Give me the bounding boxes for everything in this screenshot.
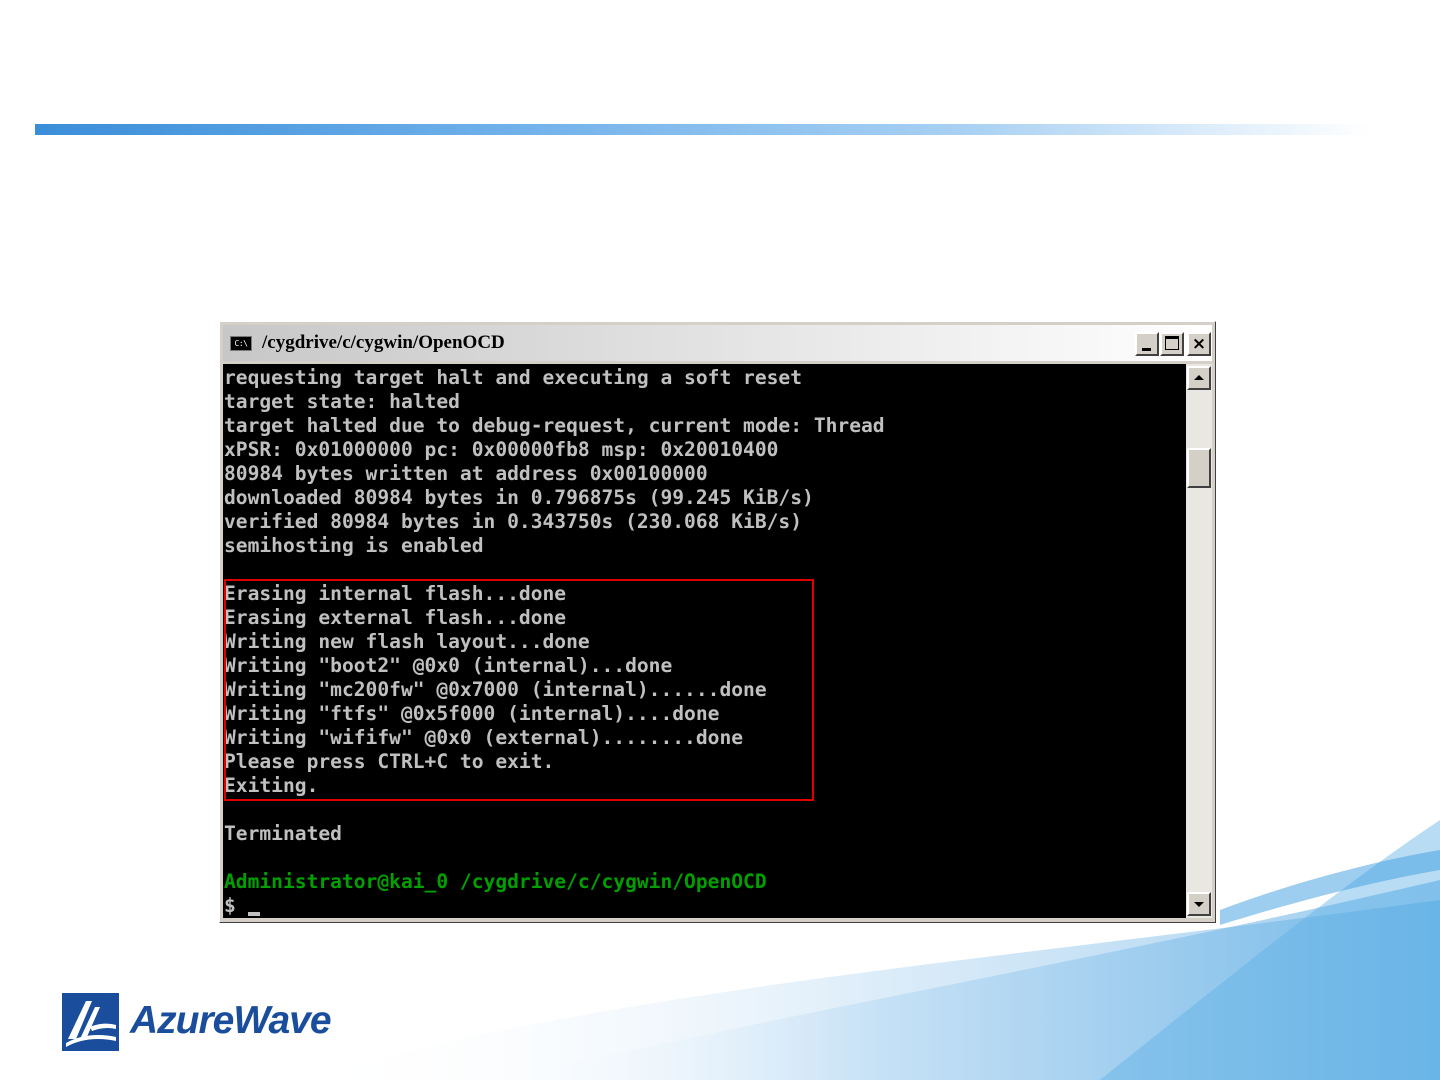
prompt-line[interactable]: $ bbox=[224, 894, 885, 918]
console-output[interactable]: requesting target halt and executing a s… bbox=[223, 364, 1186, 918]
console-line: target state: halted bbox=[224, 390, 460, 413]
console-line: downloaded 80984 bytes in 0.796875s (99.… bbox=[224, 486, 814, 509]
azurewave-logo: AzureWave bbox=[62, 993, 392, 1053]
minimize-button[interactable] bbox=[1135, 332, 1159, 356]
scroll-thumb[interactable] bbox=[1187, 448, 1211, 488]
scroll-up-button[interactable] bbox=[1187, 366, 1211, 390]
logo-text: AzureWave bbox=[130, 999, 332, 1042]
console-line: requesting target halt and executing a s… bbox=[224, 366, 803, 389]
title-bar[interactable]: C:\ /cygdrive/c/cygwin/OpenOCD × bbox=[223, 325, 1212, 361]
console-icon[interactable]: C:\ bbox=[230, 336, 252, 351]
console-line: xPSR: 0x01000000 pc: 0x00000fb8 msp: 0x2… bbox=[224, 438, 779, 461]
logo-mark-icon bbox=[62, 993, 119, 1051]
window-title: /cygdrive/c/cygwin/OpenOCD bbox=[262, 332, 505, 353]
console-line: verified 80984 bytes in 0.343750s (230.0… bbox=[224, 510, 803, 533]
console-line: 80984 bytes written at address 0x0010000… bbox=[224, 462, 708, 485]
terminal-window[interactable]: C:\ /cygdrive/c/cygwin/OpenOCD × request… bbox=[219, 321, 1216, 923]
highlight-box bbox=[224, 579, 814, 801]
scroll-down-button[interactable] bbox=[1187, 892, 1211, 916]
console-line: target halted due to debug-request, curr… bbox=[224, 414, 885, 437]
console-line: Terminated bbox=[224, 822, 342, 845]
close-icon: × bbox=[1191, 334, 1207, 354]
header-accent-bar bbox=[35, 124, 1370, 135]
text-cursor bbox=[247, 912, 260, 916]
prompt-user-host: Administrator@kai_0 /cygdrive/c/cygwin/O… bbox=[224, 870, 767, 893]
close-button[interactable]: × bbox=[1187, 332, 1211, 356]
maximize-button[interactable] bbox=[1160, 332, 1184, 356]
vertical-scrollbar[interactable] bbox=[1186, 364, 1212, 918]
console-line: semihosting is enabled bbox=[224, 534, 484, 557]
prompt-symbol: $ bbox=[224, 894, 248, 917]
